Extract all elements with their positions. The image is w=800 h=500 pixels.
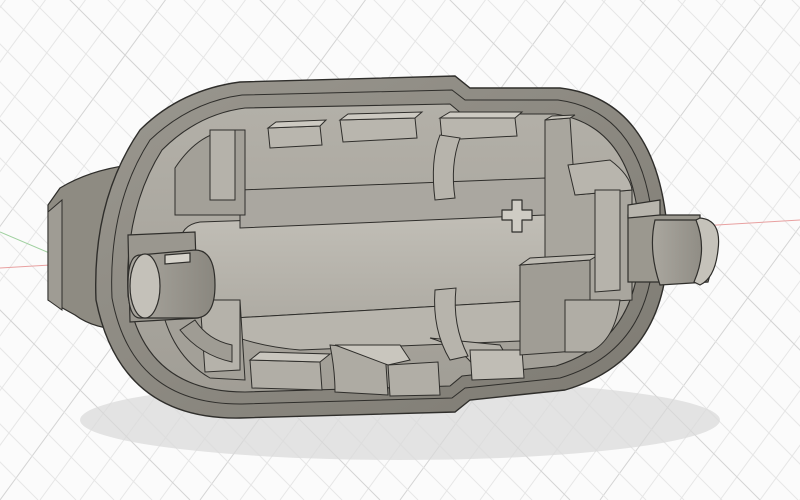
cad-viewport[interactable]	[0, 0, 800, 500]
3d-scene[interactable]	[0, 0, 800, 500]
rear-housing-face	[47, 198, 63, 311]
grid-line	[0, 0, 7, 9]
grid-line	[719, 389, 800, 500]
grid-line	[759, 444, 800, 500]
grid-line	[0, 461, 39, 500]
right-contact-pin	[627, 199, 720, 286]
